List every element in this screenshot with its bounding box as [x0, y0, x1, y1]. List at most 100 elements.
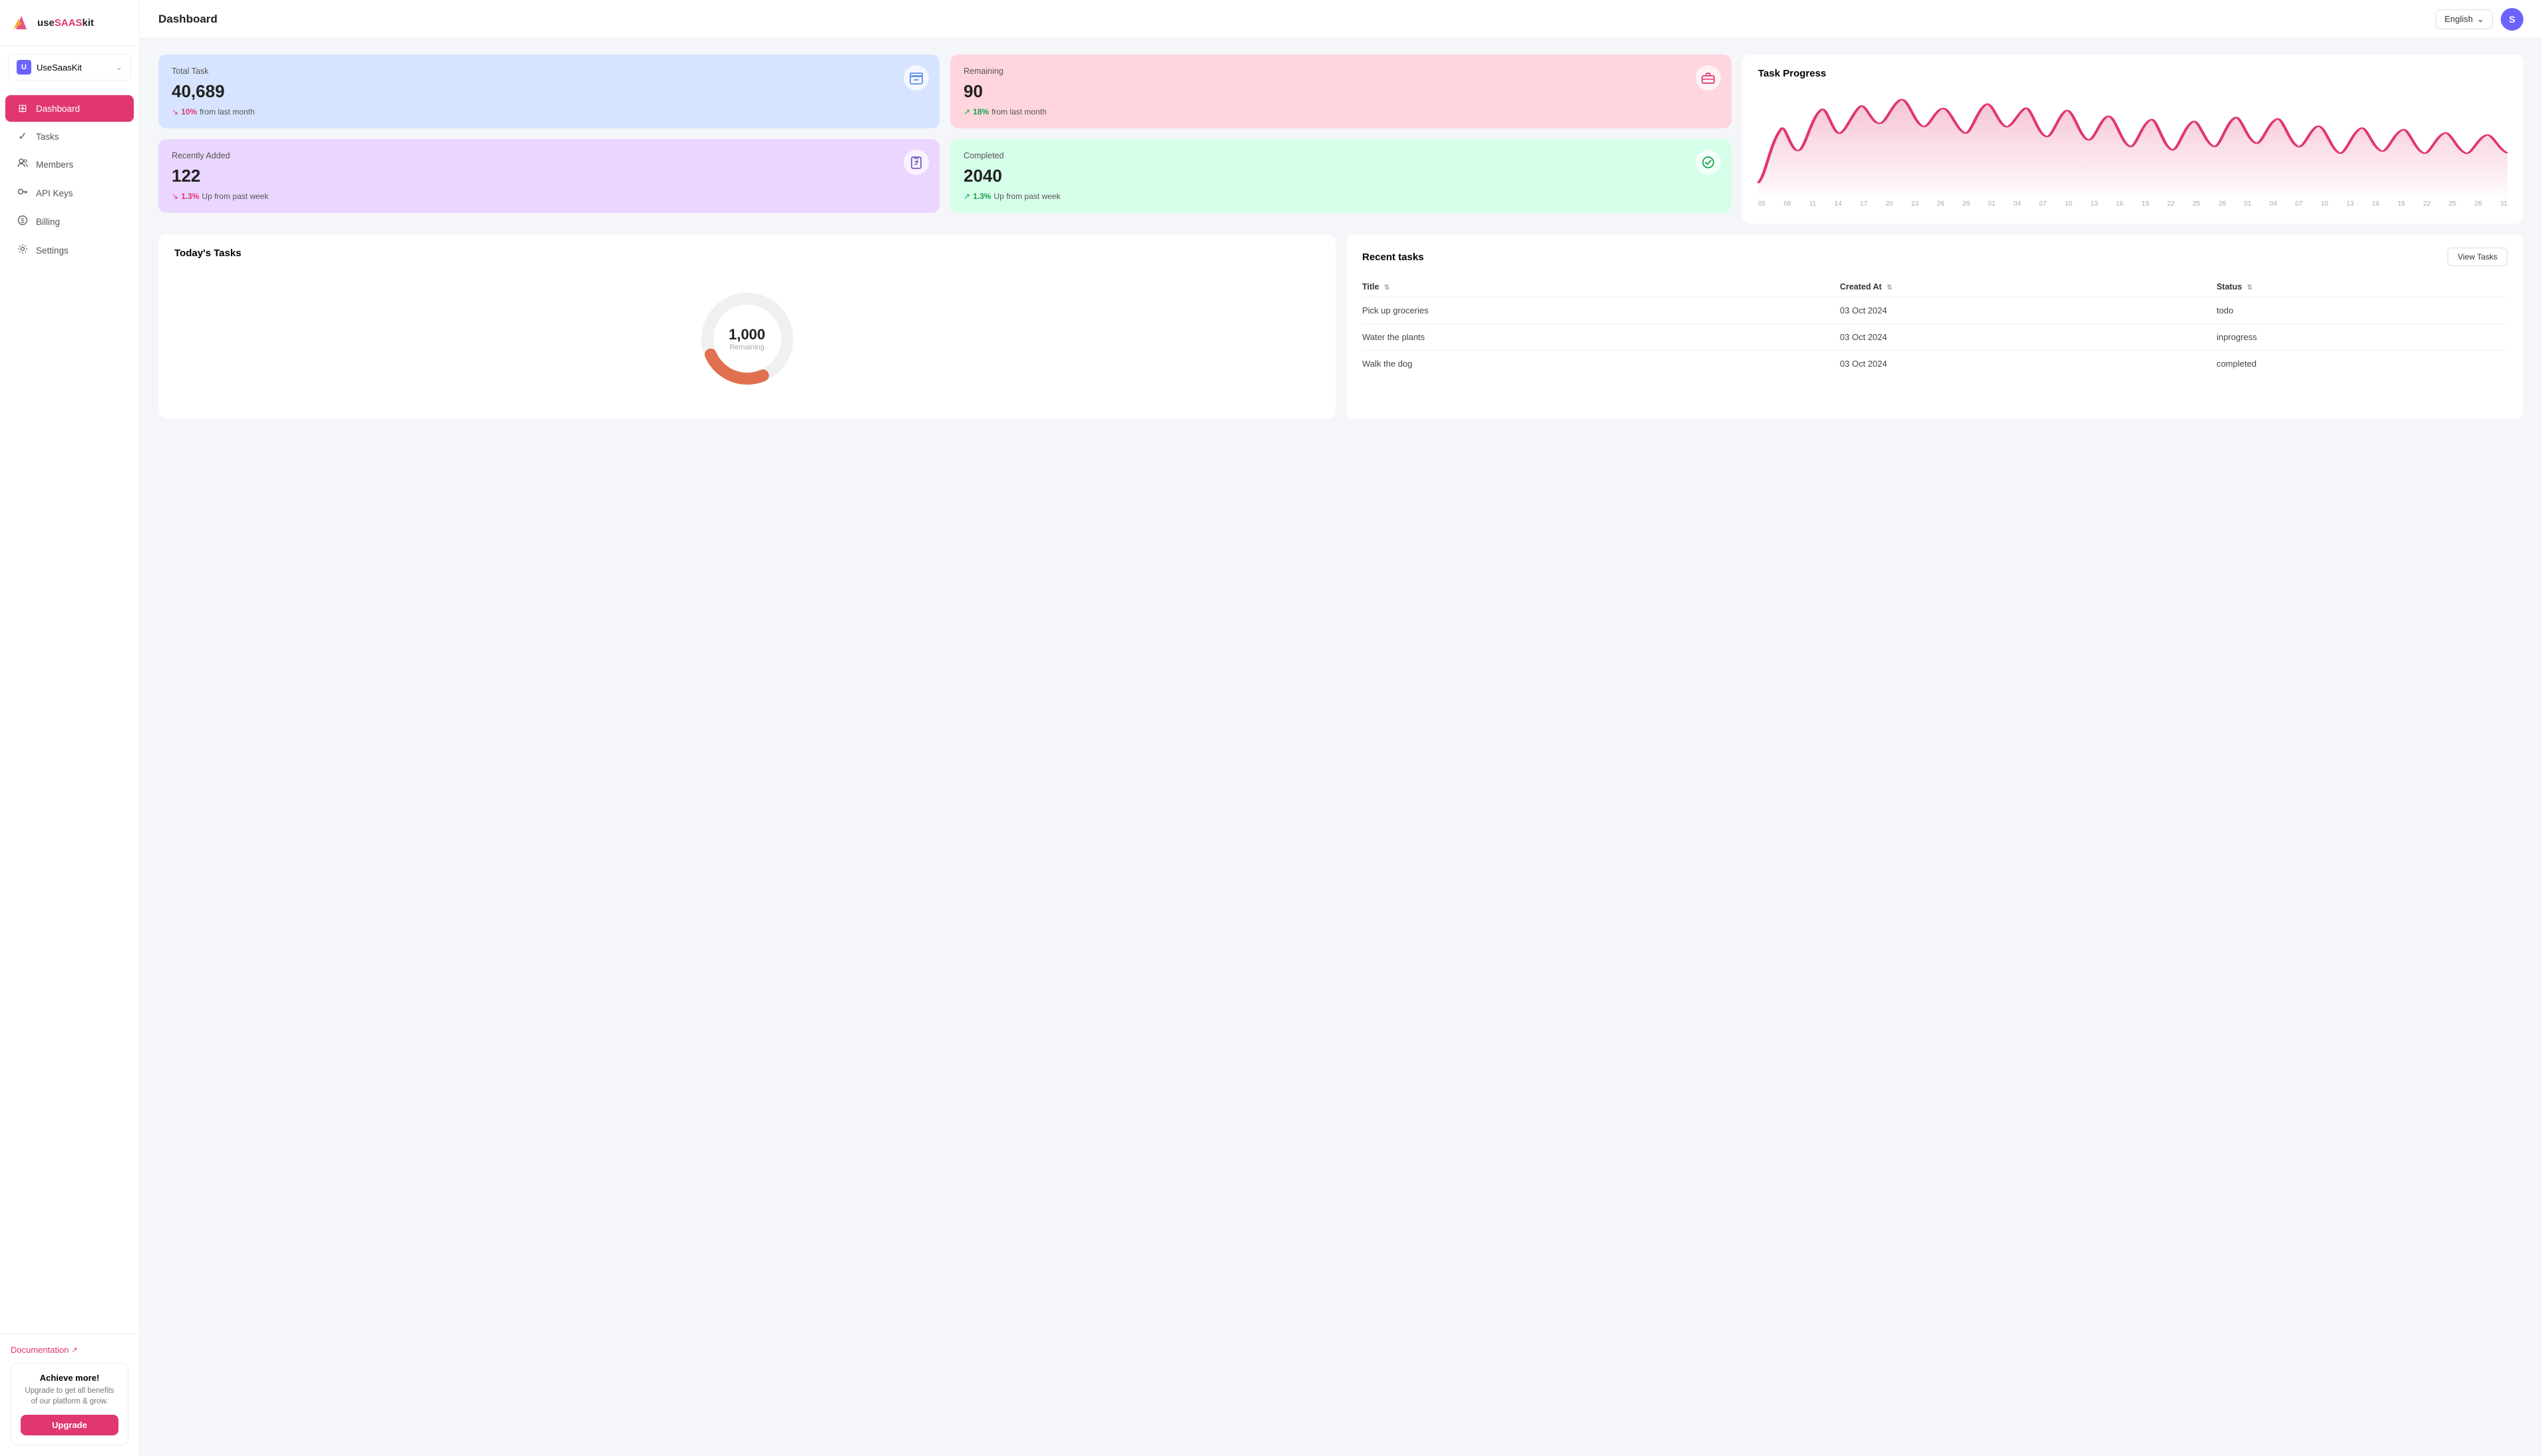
sort-icon[interactable]: ⇅: [1887, 284, 1892, 291]
view-tasks-button[interactable]: View Tasks: [2448, 248, 2507, 266]
language-selector[interactable]: English ⌄: [2436, 9, 2493, 29]
change-label: Up from past week: [994, 192, 1060, 201]
task-title: Pick up groceries: [1362, 297, 1840, 324]
task-status: inprogress: [2217, 324, 2507, 351]
up-arrow-icon: ↗: [964, 192, 970, 201]
stat-change: ↗ 18% from last month: [964, 107, 1718, 116]
donut-chart-container: 1,000 Remaining: [174, 272, 1320, 405]
stat-change: ↘ 10% from last month: [172, 107, 926, 116]
task-status: completed: [2217, 351, 2507, 377]
sidebar-item-dashboard[interactable]: ⊞ Dashboard: [5, 95, 134, 122]
stat-label: Total Task: [172, 67, 926, 76]
workspace-avatar: U: [17, 60, 31, 75]
table-row: Water the plants 03 Oct 2024 inprogress: [1362, 324, 2507, 351]
logo: useSAASkit: [0, 0, 139, 46]
change-pct: 1.3%: [181, 192, 199, 201]
task-progress-chart: [1758, 90, 2507, 196]
page-title: Dashboard: [158, 13, 218, 26]
change-pct: 10%: [181, 107, 197, 116]
sidebar-nav: ⊞ Dashboard ✓ Tasks Members API Keys $ B…: [0, 89, 139, 1334]
sidebar-item-api-keys[interactable]: API Keys: [5, 180, 134, 207]
documentation-link[interactable]: Documentation ↗: [11, 1345, 128, 1355]
stat-icon: [904, 65, 929, 91]
upgrade-button[interactable]: Upgrade: [21, 1415, 118, 1435]
sidebar: useSAASkit U UseSaasKit ⌄ ⊞ Dashboard ✓ …: [0, 0, 140, 1456]
table-row: Pick up groceries 03 Oct 2024 todo: [1362, 297, 2507, 324]
change-label: Up from past week: [202, 192, 268, 201]
stat-value: 122: [172, 166, 926, 186]
dashboard-icon: ⊞: [16, 102, 29, 115]
stat-change: ↘ 1.3% Up from past week: [172, 192, 926, 201]
docs-label: Documentation: [11, 1345, 69, 1355]
sidebar-item-settings[interactable]: Settings: [5, 237, 134, 264]
workspace-name: UseSaasKit: [37, 63, 110, 73]
stat-card-completed: Completed 2040 ↗ 1.3% Up from past week: [950, 139, 1731, 213]
header: Dashboard English ⌄ S: [140, 0, 2542, 39]
col-created-at: Created At ⇅: [1840, 277, 2217, 297]
stat-icon: [1696, 65, 1721, 91]
sidebar-item-label: Dashboard: [36, 104, 80, 114]
change-label: from last month: [992, 107, 1047, 116]
chevron-down-icon: ⌄: [2477, 14, 2484, 25]
header-actions: English ⌄ S: [2436, 8, 2523, 31]
briefcase-icon: [1701, 71, 1716, 85]
sidebar-item-label: Tasks: [36, 132, 59, 142]
sort-icon[interactable]: ⇅: [1384, 284, 1389, 291]
donut-value: 1,000: [729, 326, 765, 343]
up-arrow-icon: ↗: [964, 107, 970, 116]
task-status: todo: [2217, 297, 2507, 324]
sidebar-item-billing[interactable]: $ Billing: [5, 208, 134, 236]
stat-value: 40,689: [172, 81, 926, 102]
sidebar-item-label: API Keys: [36, 188, 73, 198]
donut-label: Remaining: [729, 343, 765, 351]
upgrade-desc: Upgrade to get all benefits of our platf…: [21, 1385, 118, 1407]
clipboard-icon: [909, 155, 924, 170]
task-title: Water the plants: [1362, 324, 1840, 351]
settings-icon: [16, 244, 29, 258]
stats-grid: Total Task 40,689 ↘ 10% from last month: [158, 55, 1731, 213]
stat-icon: [904, 150, 929, 175]
tasks-icon: ✓: [16, 130, 29, 143]
recent-tasks-table: Title ⇅ Created At ⇅ Status ⇅: [1362, 277, 2507, 377]
dashboard-content: Total Task 40,689 ↘ 10% from last month: [140, 39, 2542, 1456]
chevron-down-icon: ⌄: [116, 63, 122, 72]
col-status: Status ⇅: [2217, 277, 2507, 297]
svg-text:$: $: [21, 218, 25, 225]
bottom-section: Today's Tasks 1,000 Remaining: [158, 234, 2523, 419]
sidebar-item-label: Billing: [36, 217, 60, 227]
change-pct: 18%: [973, 107, 989, 116]
user-avatar[interactable]: S: [2501, 8, 2523, 31]
recent-tasks-header: Recent tasks View Tasks: [1362, 248, 2507, 266]
stat-value: 2040: [964, 166, 1718, 186]
workspace-selector[interactable]: U UseSaasKit ⌄: [8, 54, 131, 81]
main-content: Dashboard English ⌄ S Total Task 40,689 …: [140, 0, 2542, 1456]
task-title: Walk the dog: [1362, 351, 1840, 377]
stat-card-recently-added: Recently Added 122 ↘ 1.3% Up from past w…: [158, 139, 940, 213]
members-icon: [16, 158, 29, 172]
donut-center: 1,000 Remaining: [729, 326, 765, 351]
todays-tasks-title: Today's Tasks: [174, 248, 1320, 259]
col-title: Title ⇅: [1362, 277, 1840, 297]
change-pct: 1.3%: [973, 192, 991, 201]
donut-chart: 1,000 Remaining: [694, 285, 801, 392]
archive-icon: [909, 71, 924, 85]
sidebar-item-members[interactable]: Members: [5, 151, 134, 178]
stat-card-total-task: Total Task 40,689 ↘ 10% from last month: [158, 55, 940, 128]
billing-icon: $: [16, 215, 29, 229]
language-label: English: [2444, 14, 2473, 24]
sidebar-item-label: Settings: [36, 246, 69, 256]
todays-tasks-card: Today's Tasks 1,000 Remaining: [158, 234, 1336, 419]
stat-icon: [1696, 150, 1721, 175]
sidebar-item-tasks[interactable]: ✓ Tasks: [5, 123, 134, 150]
stat-value: 90: [964, 81, 1718, 102]
check-circle-icon: [1701, 155, 1716, 170]
table-row: Walk the dog 03 Oct 2024 completed: [1362, 351, 2507, 377]
logo-icon: [11, 12, 32, 33]
upgrade-card: Achieve more! Upgrade to get all benefit…: [11, 1363, 128, 1445]
api-key-icon: [16, 186, 29, 200]
sort-icon[interactable]: ⇅: [2247, 284, 2253, 291]
task-created-at: 03 Oct 2024: [1840, 324, 2217, 351]
stat-change: ↗ 1.3% Up from past week: [964, 192, 1718, 201]
external-link-icon: ↗: [71, 1346, 77, 1354]
stat-card-remaining: Remaining 90 ↗ 18% from last month: [950, 55, 1731, 128]
